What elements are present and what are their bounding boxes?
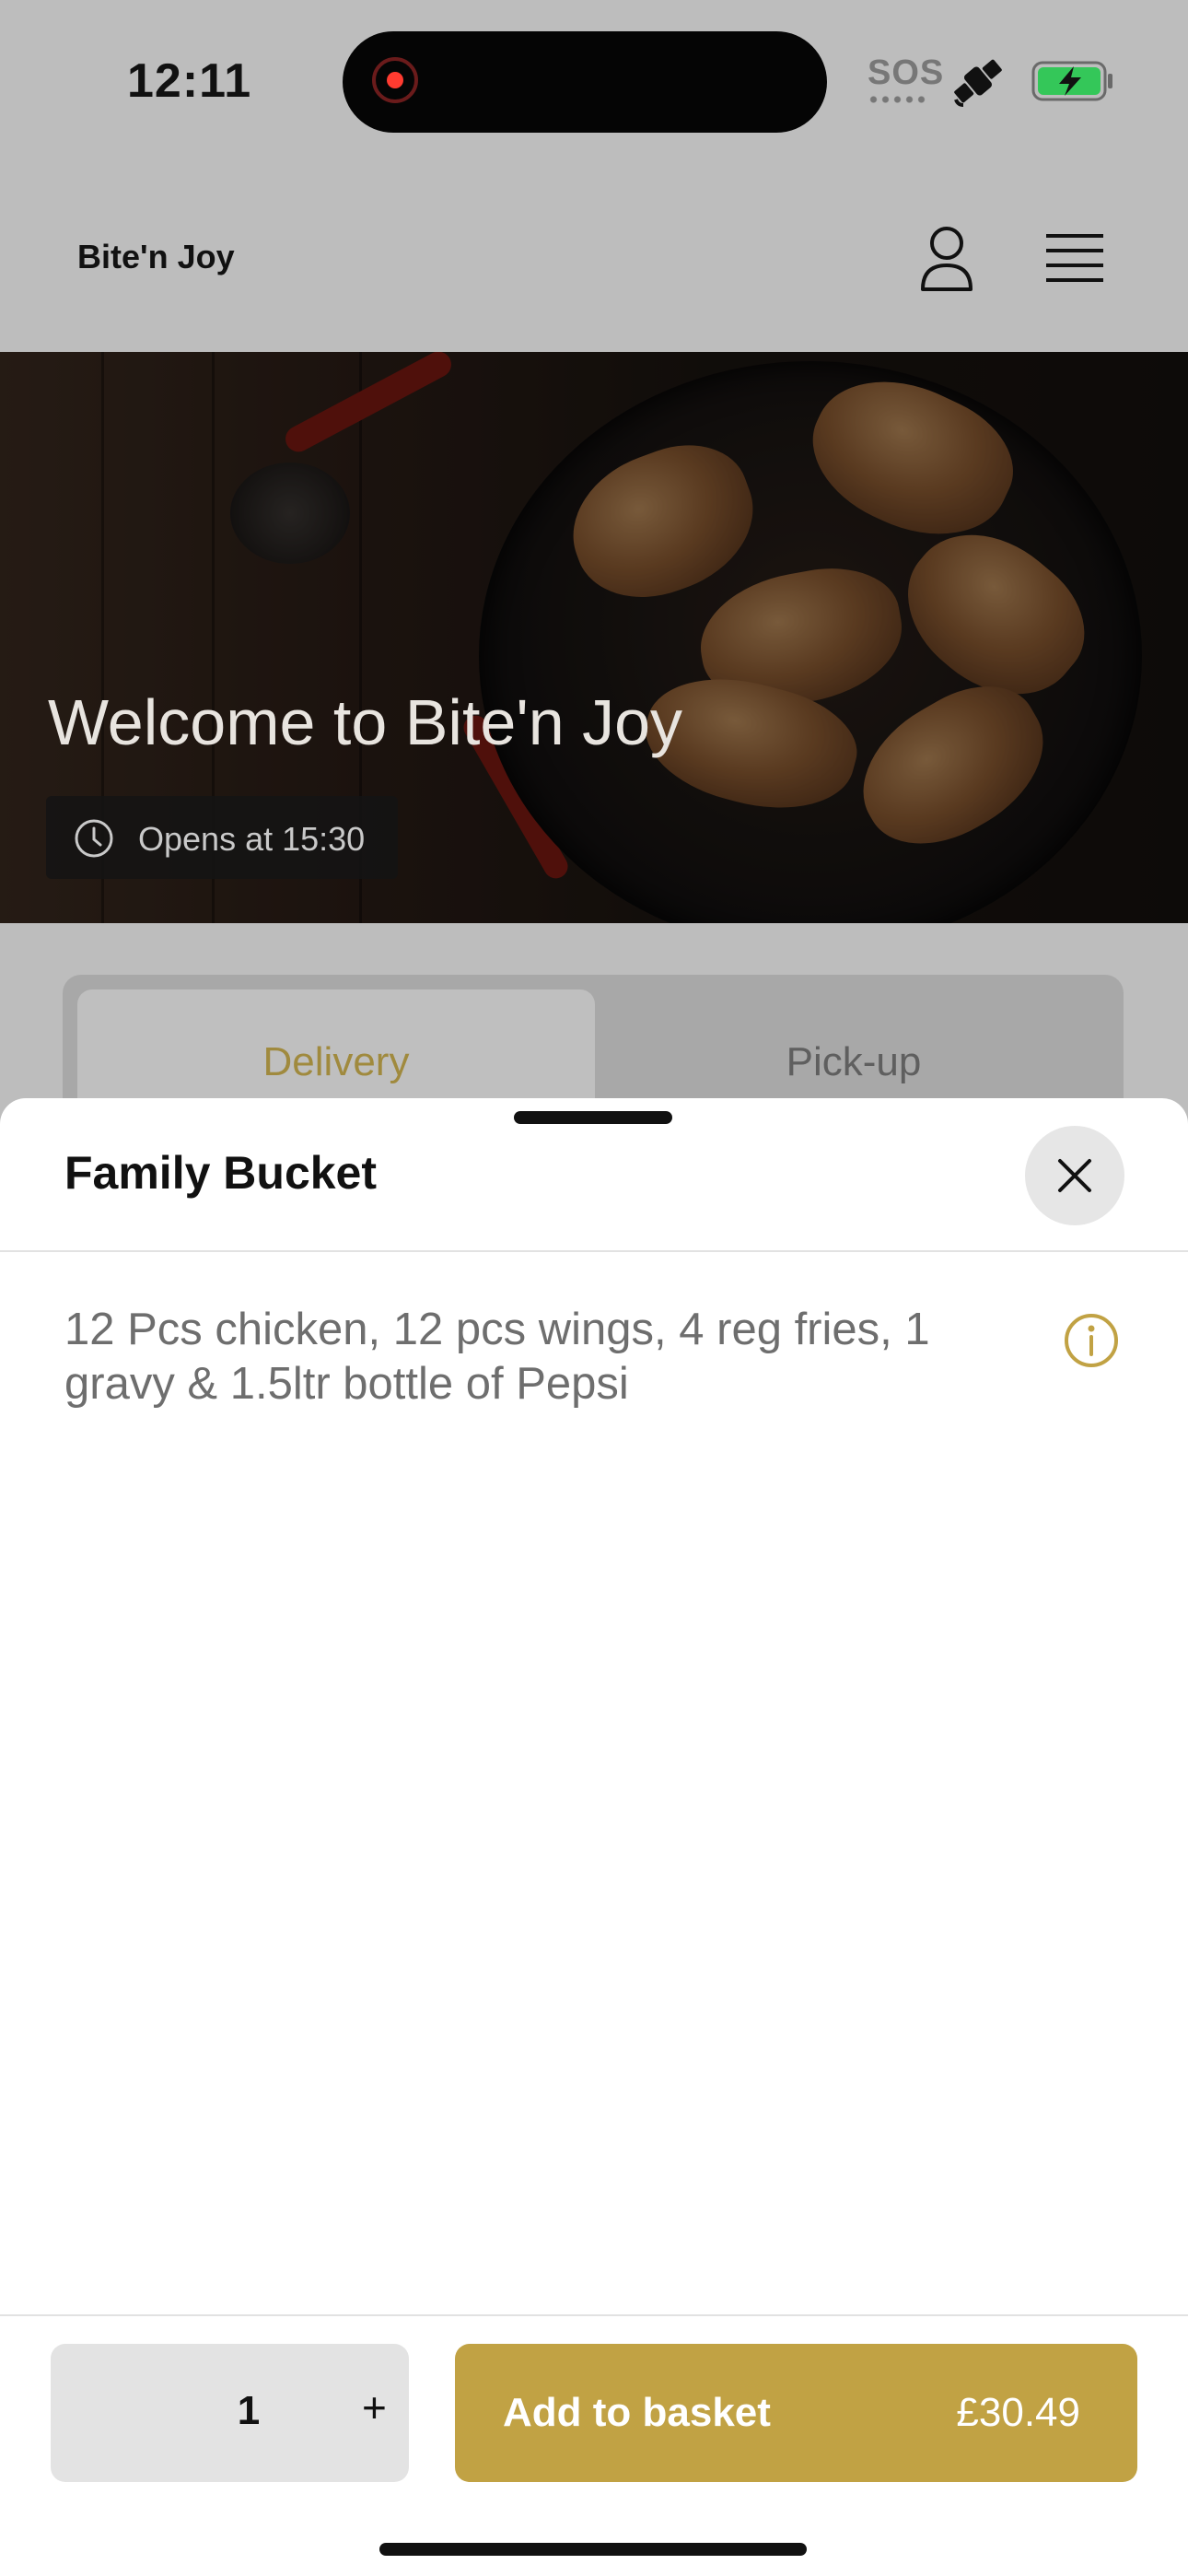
price-label: £30.49 — [956, 2390, 1080, 2435]
info-icon[interactable] — [1063, 1312, 1120, 1369]
tab-delivery-label: Delivery — [262, 1039, 410, 1084]
close-icon — [1058, 1159, 1091, 1192]
sheet-grabber[interactable] — [514, 1111, 672, 1124]
menu-icon[interactable] — [1044, 230, 1105, 286]
home-indicator[interactable] — [379, 2543, 807, 2556]
hero-banner: Welcome to Bite'n Joy Opens at 15:30 — [0, 352, 1188, 923]
add-to-basket-button[interactable]: Add to basket £30.49 — [455, 2344, 1137, 2482]
increase-quantity-button[interactable]: + — [362, 2383, 387, 2432]
product-description: 12 Pcs chicken, 12 pcs wings, 4 reg frie… — [64, 1305, 930, 1409]
satellite-icon — [954, 59, 1002, 107]
signal-dots-icon — [868, 96, 928, 103]
divider — [0, 1250, 1188, 1252]
product-sheet: Family Bucket 12 Pcs chicken, 12 pcs win… — [0, 1098, 1188, 2576]
divider — [0, 2314, 1188, 2316]
record-indicator-icon — [372, 57, 418, 103]
user-icon[interactable] — [917, 225, 976, 293]
status-time: 12:11 — [127, 54, 252, 108]
clock-icon — [75, 819, 113, 858]
battery-charging-icon — [1031, 61, 1112, 101]
quantity-stepper: 1 + — [51, 2344, 409, 2482]
sos-label: SOS — [868, 53, 945, 92]
tab-pick-up-label: Pick-up — [786, 1039, 922, 1084]
brand-name[interactable]: Bite'n Joy — [77, 238, 235, 276]
hero-title: Welcome to Bite'n Joy — [48, 686, 683, 758]
quantity-value: 1 — [237, 2388, 261, 2433]
close-button[interactable] — [1025, 1126, 1124, 1225]
opening-hours-badge: Opens at 15:30 — [46, 796, 398, 879]
opening-hours-text: Opens at 15:30 — [138, 820, 366, 858]
product-title: Family Bucket — [64, 1147, 378, 1199]
add-to-basket-label: Add to basket — [503, 2390, 771, 2435]
